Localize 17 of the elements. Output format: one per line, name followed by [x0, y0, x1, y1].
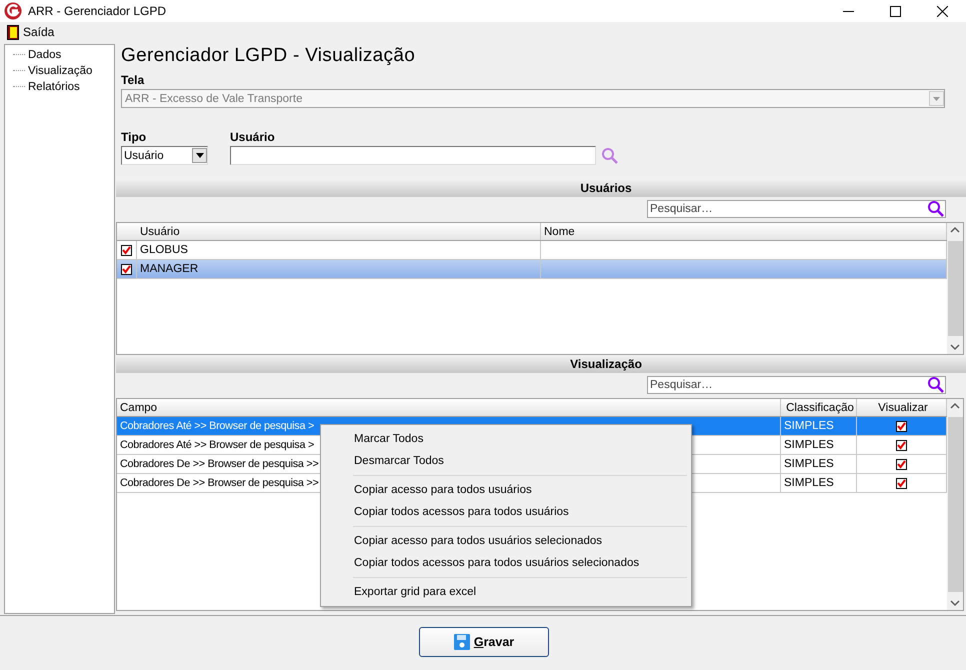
field-label: Tipo — [121, 130, 148, 144]
table-cell: SIMPLES — [781, 417, 857, 435]
field-label: Usuário — [230, 130, 276, 144]
window-title: ARR - Gerenciador LGPD — [28, 4, 168, 18]
page-heading: Gerenciador LGPD - Visualização — [121, 45, 416, 68]
table-cell: Cobradores De >> Browser de pesquisa >> — [120, 477, 319, 489]
table-cell: MANAGER — [137, 260, 541, 278]
table-cell: SIMPLES — [781, 436, 857, 454]
table-cell: Cobradores Até >> Browser de pesquisa > — [120, 439, 314, 451]
table-cell: SIMPLES — [781, 455, 857, 473]
table-cell: GLOBUS — [137, 241, 541, 259]
table-cell: SIMPLES — [781, 474, 857, 492]
field-label: Tela — [121, 73, 146, 87]
section-header: Visualização — [116, 355, 966, 373]
table-cell: Cobradores Até >> Browser de pesquisa > — [120, 420, 314, 432]
table-cell: Cobradores De >> Browser de pesquisa >> — [120, 458, 319, 470]
section-header: Usuários — [116, 179, 966, 197]
